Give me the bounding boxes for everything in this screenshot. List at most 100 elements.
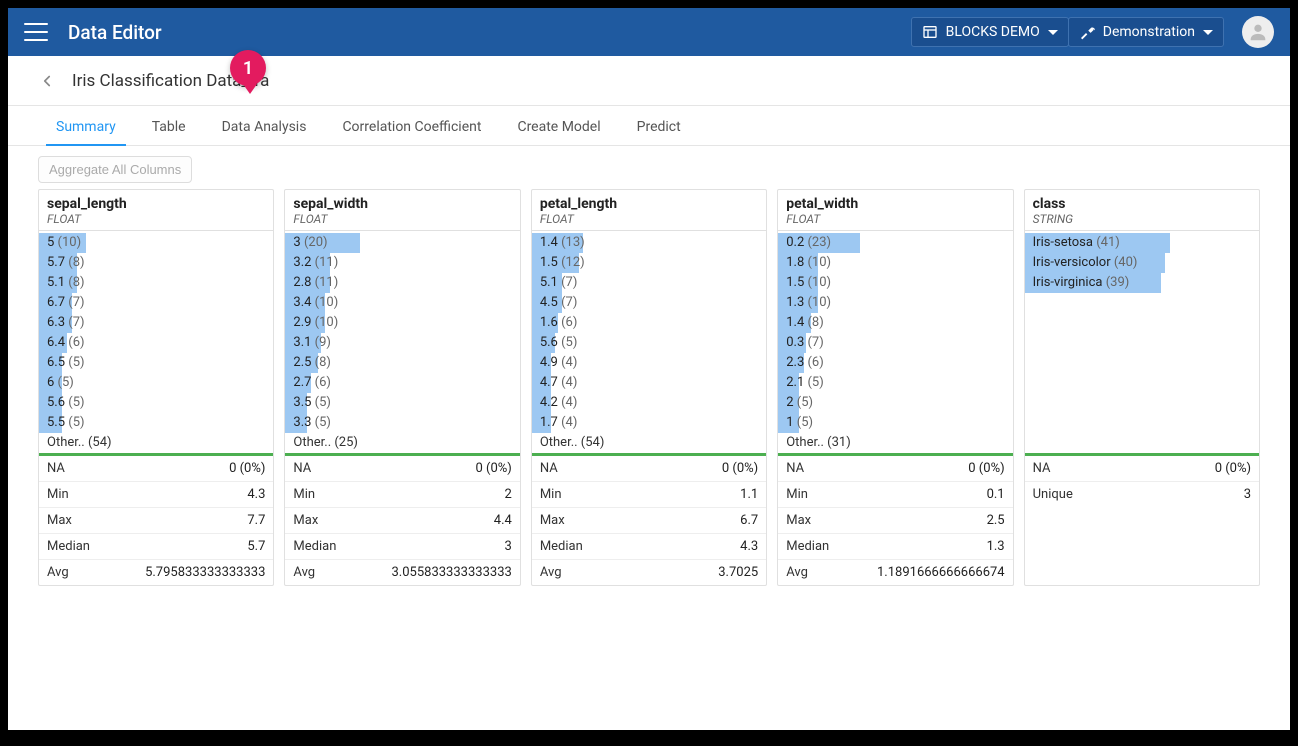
tab-create-model[interactable]: Create Model [499,109,618,145]
dist-other[interactable]: Other.. (31) [778,433,1012,453]
dist-row[interactable]: 2.9 (10) [285,313,519,333]
stat-row: Max2.5 [778,508,1012,534]
stat-row: NA0 (0%) [778,456,1012,482]
tab-summary[interactable]: Summary [38,109,134,145]
dist-row[interactable]: 3 (20) [285,233,519,253]
topbar: Data Editor BLOCKS DEMO Demonstration [8,8,1290,56]
stat-row: Median3 [285,534,519,560]
column-type: FLOAT [47,212,265,226]
stat-row: Median1.3 [778,534,1012,560]
column-card-sepal_length: sepal_lengthFLOAT5 (10)5.7 (8)5.1 (8)6.7… [38,189,274,586]
dist-row[interactable]: 5.5 (5) [39,413,273,433]
aggregate-button[interactable]: Aggregate All Columns [38,156,192,183]
stat-row: NA0 (0%) [532,456,766,482]
project-dropdown[interactable]: BLOCKS DEMO [911,17,1069,47]
chevron-down-icon [1203,30,1213,35]
dist-row[interactable]: Iris-setosa (41) [1025,233,1259,253]
tab-table[interactable]: Table [134,109,204,145]
demo-label: Demonstration [1103,24,1195,40]
stat-row: Max6.7 [532,508,766,534]
column-card-petal_length: petal_lengthFLOAT1.4 (13)1.5 (12)5.1 (7)… [531,189,767,586]
dist-other[interactable]: Other.. (54) [39,433,273,453]
chevron-left-icon [38,72,56,90]
dist-row[interactable]: 5 (10) [39,233,273,253]
column-name: sepal_width [293,196,511,212]
dist-row[interactable]: 5.6 (5) [532,333,766,353]
dist-row[interactable]: 1.4 (8) [778,313,1012,333]
dist-row[interactable]: 6.4 (6) [39,333,273,353]
dist-row[interactable]: 2.1 (5) [778,373,1012,393]
dist-row[interactable]: 3.4 (10) [285,293,519,313]
breadcrumb-bar: Iris Classification Data_tra 1 [8,56,1290,106]
user-icon [1247,21,1269,43]
dist-row[interactable]: 5.6 (5) [39,393,273,413]
dist-other[interactable]: Other.. (54) [532,433,766,453]
dist-row[interactable]: 6 (5) [39,373,273,393]
stat-row: Min2 [285,482,519,508]
dist-row[interactable]: 3.3 (5) [285,413,519,433]
project-label: BLOCKS DEMO [946,24,1040,40]
column-name: class [1033,196,1251,212]
column-type: STRING [1033,212,1251,226]
dist-row[interactable]: 5.7 (8) [39,253,273,273]
avatar[interactable] [1242,16,1274,48]
dist-row[interactable]: 2 (5) [778,393,1012,413]
stat-row: Avg1.1891666666666674 [778,560,1012,585]
dist-row[interactable]: 4.5 (7) [532,293,766,313]
stat-row: Min0.1 [778,482,1012,508]
dist-row[interactable]: 2.3 (6) [778,353,1012,373]
dist-row[interactable]: 1.5 (12) [532,253,766,273]
dist-row[interactable]: Iris-virginica (39) [1025,273,1259,293]
dist-row[interactable]: 1.3 (10) [778,293,1012,313]
dist-row[interactable]: 3.1 (9) [285,333,519,353]
stat-row: Min1.1 [532,482,766,508]
dist-row[interactable]: 3.5 (5) [285,393,519,413]
page-title: Iris Classification Data_tra [72,71,269,91]
dist-row[interactable]: 4.9 (4) [532,353,766,373]
back-button[interactable] [38,72,56,90]
stat-row: NA0 (0%) [285,456,519,482]
dist-row[interactable]: 1.4 (13) [532,233,766,253]
stat-row: NA0 (0%) [1025,456,1259,482]
app-title: Data Editor [68,21,911,44]
column-card-petal_width: petal_widthFLOAT 0.2 (23)1.8 (10)1.5 (10)… [777,189,1013,586]
menu-icon[interactable] [24,23,48,41]
tab-bar: SummaryTableData AnalysisCorrelation Coe… [8,106,1290,146]
stat-row: Median5.7 [39,534,273,560]
stat-row: Avg5.795833333333333 [39,560,273,585]
tab-data-analysis[interactable]: Data Analysis [204,109,325,145]
tab-predict[interactable]: Predict [619,109,699,145]
dist-row[interactable]: 1 (5) [778,413,1012,433]
dist-row[interactable]: 4.7 (4) [532,373,766,393]
stat-row: Median4.3 [532,534,766,560]
dist-row[interactable]: 0.3 (7) [778,333,1012,353]
dist-row[interactable]: 1.7 (4) [532,413,766,433]
dist-row[interactable]: 6.3 (7) [39,313,273,333]
chevron-down-icon [1048,30,1058,35]
dist-row[interactable]: 2.5 (8) [285,353,519,373]
column-type: FLOAT [786,212,1004,226]
tab-correlation-coefficient[interactable]: Correlation Coefficient [324,109,499,145]
column-type: FLOAT [540,212,758,226]
dist-row[interactable]: 2.7 (6) [285,373,519,393]
demo-dropdown[interactable]: Demonstration [1068,17,1224,47]
dist-row[interactable]: 0.2 (23) [778,233,1012,253]
column-name: petal_width [786,196,1004,212]
column-card-class: classSTRING Iris-setosa (41)Iris-versicol… [1024,189,1260,586]
dist-row[interactable]: 3.2 (11) [285,253,519,273]
dist-row[interactable]: 5.1 (8) [39,273,273,293]
stat-row: Unique3 [1025,482,1259,507]
dist-row[interactable]: 4.2 (4) [532,393,766,413]
dist-other[interactable]: Other.. (25) [285,433,519,453]
dist-row[interactable]: 6.7 (7) [39,293,273,313]
column-card-sepal_width: sepal_widthFLOAT3 (20)3.2 (11)2.8 (11)3.… [284,189,520,586]
dist-row[interactable]: 1.8 (10) [778,253,1012,273]
dist-row[interactable]: 1.6 (6) [532,313,766,333]
dist-row[interactable]: 6.5 (5) [39,353,273,373]
dist-row[interactable]: 2.8 (11) [285,273,519,293]
dist-row[interactable]: 5.1 (7) [532,273,766,293]
stat-row: NA0 (0%) [39,456,273,482]
dist-row[interactable]: 1.5 (10) [778,273,1012,293]
dist-row[interactable]: Iris-versicolor (40) [1025,253,1259,273]
wrench-icon [1079,24,1095,40]
